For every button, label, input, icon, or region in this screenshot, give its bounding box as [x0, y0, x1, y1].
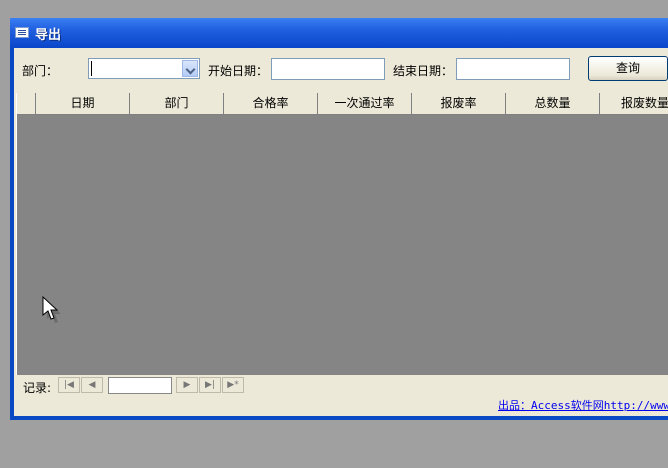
- grid-header: 日期 部门 合格率 一次通过率 报废率 总数量 报废数量: [17, 93, 668, 115]
- first-record-icon[interactable]: |◀: [58, 377, 80, 393]
- column-header-department[interactable]: 部门: [130, 93, 224, 114]
- datasheet-grid[interactable]: 日期 部门 合格率 一次通过率 报废率 总数量 报废数量: [16, 93, 668, 375]
- form-icon: [15, 27, 29, 38]
- column-header-total-qty[interactable]: 总数量: [506, 93, 600, 114]
- record-selector-header[interactable]: [17, 93, 36, 114]
- credit-link[interactable]: 出品：Access软件网http://www.a: [498, 397, 668, 413]
- text-caret: [91, 61, 92, 76]
- record-label: 记录:: [23, 381, 52, 395]
- column-header-pass-rate[interactable]: 合格率: [224, 93, 318, 114]
- end-date-label: 结束日期：: [393, 64, 454, 78]
- mouse-cursor-icon: [42, 296, 61, 323]
- record-navigation-bar: 记录: |◀ ◀ ▶ ▶| ▶*: [14, 375, 668, 396]
- export-window: 导出 部门： 开始日期： 结束日期： 查询 日期 部门 合格率 一次通过率 报废…: [10, 18, 668, 420]
- column-header-scrap-qty[interactable]: 报废数量: [600, 93, 668, 114]
- new-record-icon[interactable]: ▶*: [222, 377, 244, 393]
- end-date-input[interactable]: [456, 58, 570, 80]
- start-date-label: 开始日期：: [208, 64, 269, 78]
- column-header-scrap-rate[interactable]: 报废率: [412, 93, 506, 114]
- last-record-icon[interactable]: ▶|: [199, 377, 221, 393]
- query-button[interactable]: 查询: [588, 56, 668, 81]
- department-combobox[interactable]: [88, 58, 200, 79]
- column-header-first-pass-rate[interactable]: 一次通过率: [318, 93, 412, 114]
- column-header-date[interactable]: 日期: [36, 93, 130, 114]
- previous-record-icon[interactable]: ◀: [81, 377, 103, 393]
- record-number-input[interactable]: [108, 377, 172, 394]
- form-body: 部门： 开始日期： 结束日期： 查询 日期 部门 合格率 一次通过率 报废率 总…: [14, 48, 668, 416]
- start-date-input[interactable]: [271, 58, 385, 80]
- filter-row: 部门： 开始日期： 结束日期： 查询: [14, 48, 668, 92]
- next-record-icon[interactable]: ▶: [176, 377, 198, 393]
- chevron-down-icon[interactable]: [182, 60, 198, 77]
- window-title: 导出: [35, 28, 62, 43]
- department-label: 部门：: [22, 64, 59, 78]
- title-bar[interactable]: 导出: [10, 18, 668, 48]
